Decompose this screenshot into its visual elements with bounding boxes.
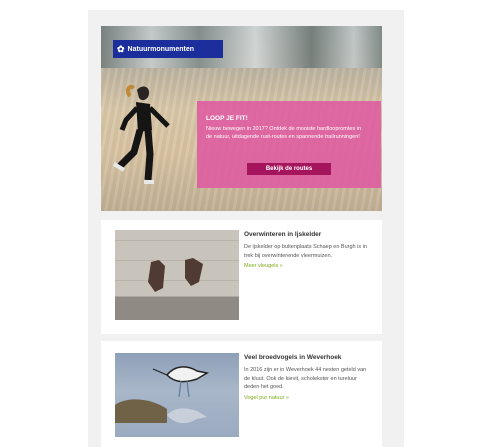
logo-mark-icon: ✿ [117,43,125,54]
avocet-graphic [115,366,210,424]
runner-figure [112,85,170,184]
article-card: Veel broedvogels in Weverhoek In 2016 zi… [101,341,382,447]
brand-logo[interactable]: ✿ Natuurmonumenten [113,40,223,58]
article-title: Overwinteren in Ijskelder [244,231,322,238]
article-link[interactable]: Meer vleugels » [244,263,372,269]
hero-title: LOOP JE FIT! [206,115,248,122]
article-text: In 2016 zijn er in Weverhoek 44 nesten g… [244,367,367,390]
article-link[interactable]: Vogel pur natuur » [244,395,372,401]
article-image[interactable] [115,353,239,437]
brand-name: Natuurmonumenten [127,45,195,53]
bats-graphic [148,258,203,292]
hero-text: Nieuw bewegen in 2017? Ontdek de mooiste… [206,126,362,140]
article-image[interactable] [115,230,239,320]
article-card: Overwinteren in Ijskelder De ijskelder o… [101,220,382,334]
routes-button[interactable]: Bekijk de routes [247,163,331,175]
hero-promo-panel: LOOP JE FIT! Nieuw bewegen in 2017? Ontd… [197,101,381,188]
article-text: De ijskelder op buitenplaats Schaep en B… [244,244,367,259]
article-title: Veel broedvogels in Weverhoek [244,354,342,361]
